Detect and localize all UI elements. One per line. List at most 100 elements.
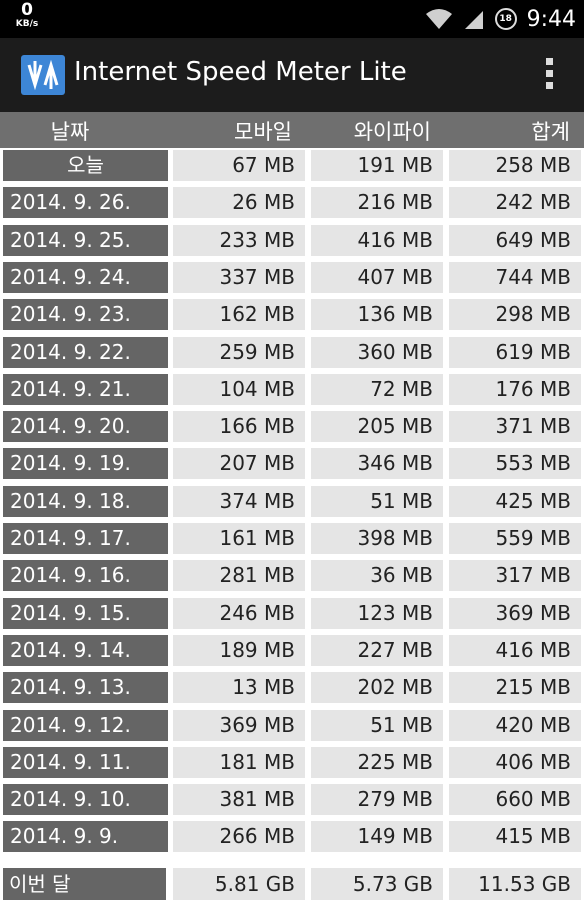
row-total-usage: 317 MB <box>449 560 581 592</box>
column-header-total: 합계 <box>531 120 570 144</box>
row-mobile-usage: 337 MB <box>173 261 305 293</box>
row-date: 2014. 9. 22. <box>3 336 168 368</box>
battery-label: 18 <box>499 14 512 24</box>
column-header-wifi: 와이파이 <box>353 120 431 144</box>
row-date: 2014. 9. 10. <box>3 784 168 816</box>
table-row[interactable]: 2014. 9. 19. 207 MB 346 MB 553 MB <box>0 446 584 480</box>
table-row[interactable]: 2014. 9. 17. 161 MB 398 MB 559 MB <box>0 521 584 554</box>
table-row[interactable]: 2014. 9. 12. 369 MB 51 MB 420 MB <box>0 708 584 741</box>
row-total-usage: 744 MB <box>449 261 581 293</box>
row-wifi-usage: 36 MB <box>311 560 443 592</box>
row-total-usage: 649 MB <box>449 224 581 256</box>
table-row[interactable]: 2014. 9. 25. 233 MB 416 MB 649 MB <box>0 223 584 256</box>
row-mobile-usage: 369 MB <box>173 709 305 741</box>
row-mobile-usage: 246 MB <box>173 597 305 629</box>
row-total-usage: 660 MB <box>449 784 581 816</box>
table-row[interactable]: 2014. 9. 9. 266 MB 149 MB 415 MB <box>0 819 584 853</box>
row-wifi-usage: 202 MB <box>311 672 443 704</box>
table-row[interactable]: 2014. 9. 15. 246 MB 123 MB 369 MB <box>0 596 584 629</box>
row-date: 2014. 9. 19. <box>3 448 168 480</box>
row-total-usage: 258 MB <box>449 150 581 181</box>
row-date: 2014. 9. 9. <box>3 821 168 853</box>
row-date: 2014. 9. 23. <box>3 299 168 331</box>
row-wifi-usage: 227 MB <box>311 634 443 666</box>
overflow-dot-icon <box>545 82 553 89</box>
table-row[interactable]: 2014. 9. 14. 189 MB 227 MB 416 MB <box>0 633 584 666</box>
row-mobile-usage: 233 MB <box>173 224 305 256</box>
row-total-usage: 176 MB <box>449 373 581 405</box>
row-mobile-usage: 166 MB <box>173 411 305 443</box>
table-row[interactable]: 2014. 9. 11. 181 MB 225 MB 406 MB <box>0 745 584 778</box>
row-mobile-usage: 266 MB <box>173 821 305 853</box>
row-total-usage: 242 MB <box>449 187 581 219</box>
row-wifi-usage: 205 MB <box>311 411 443 443</box>
row-wifi-usage: 225 MB <box>311 746 443 778</box>
column-header-mobile: 모바일 <box>234 120 292 144</box>
table-row[interactable]: 2014. 9. 18. 374 MB 51 MB 425 MB <box>0 484 584 517</box>
row-mobile-usage: 189 MB <box>173 634 305 666</box>
status-bar: 0 KB/s 18 9:44 <box>0 0 584 38</box>
arrows-up-down-icon <box>27 59 59 91</box>
column-header-date: 날짜 <box>50 120 90 144</box>
table-row[interactable]: 2014. 9. 13. 13 MB 202 MB 215 MB <box>0 670 584 704</box>
overflow-menu-button[interactable] <box>542 58 556 94</box>
row-mobile-usage: 26 MB <box>173 187 305 219</box>
row-date: 2014. 9. 21. <box>3 373 168 405</box>
row-wifi-usage: 123 MB <box>311 597 443 629</box>
table-row[interactable]: 2014. 9. 20. 166 MB 205 MB 371 MB <box>0 409 584 443</box>
network-speed-indicator: 0 KB/s <box>12 2 42 29</box>
row-wifi-usage: 416 MB <box>311 224 443 256</box>
table-row[interactable]: 2014. 9. 16. 281 MB 36 MB 317 MB <box>0 558 584 592</box>
row-mobile-usage: 181 MB <box>173 746 305 778</box>
row-date: 오늘 <box>3 150 168 181</box>
row-date: 2014. 9. 17. <box>3 523 168 554</box>
table-row[interactable]: 2014. 9. 21. 104 MB 72 MB 176 MB <box>0 372 584 405</box>
row-mobile-usage: 67 MB <box>173 150 305 181</box>
table-row[interactable]: 2014. 9. 26. 26 MB 216 MB 242 MB <box>0 185 584 219</box>
battery-icon: 18 <box>494 8 517 30</box>
row-total-usage: 416 MB <box>449 634 581 666</box>
row-wifi-usage: 360 MB <box>311 336 443 368</box>
overflow-dot-icon <box>545 70 553 77</box>
row-mobile-usage: 13 MB <box>173 672 305 704</box>
row-mobile-usage: 161 MB <box>173 523 305 554</box>
row-total-usage: 619 MB <box>449 336 581 368</box>
row-wifi-usage: 136 MB <box>311 299 443 331</box>
row-wifi-usage: 407 MB <box>311 261 443 293</box>
row-total-usage: 406 MB <box>449 746 581 778</box>
usage-table[interactable]: 오늘 67 MB 191 MB 258 MB 2014. 9. 26. 26 MB 216 … <box>0 148 584 860</box>
row-total-usage: 559 MB <box>449 523 581 554</box>
row-date: 2014. 9. 26. <box>3 187 168 219</box>
row-wifi-usage: 346 MB <box>311 448 443 480</box>
row-total-usage: 425 MB <box>449 485 581 517</box>
row-total-usage: 415 MB <box>449 821 581 853</box>
row-date: 2014. 9. 18. <box>3 485 168 517</box>
row-date: 2014. 9. 16. <box>3 560 168 592</box>
network-speed-value: 0 <box>21 0 33 20</box>
table-row[interactable]: 2014. 9. 10. 381 MB 279 MB 660 MB <box>0 782 584 816</box>
row-mobile-usage: 381 MB <box>173 784 305 816</box>
table-row[interactable]: 2014. 9. 23. 162 MB 136 MB 298 MB <box>0 297 584 331</box>
row-total-usage: 369 MB <box>449 597 581 629</box>
row-date: 2014. 9. 24. <box>3 261 168 293</box>
row-mobile-usage: 104 MB <box>173 373 305 405</box>
row-mobile-usage: 259 MB <box>173 336 305 368</box>
summary-wifi: 5.73 GB <box>311 868 443 900</box>
summary-label: 이번 달 <box>3 868 166 900</box>
row-date: 2014. 9. 12. <box>3 709 168 741</box>
table-row[interactable]: 오늘 67 MB 191 MB 258 MB <box>0 148 584 181</box>
row-wifi-usage: 51 MB <box>311 485 443 517</box>
row-wifi-usage: 398 MB <box>311 523 443 554</box>
row-date: 2014. 9. 11. <box>3 746 168 778</box>
row-wifi-usage: 279 MB <box>311 784 443 816</box>
table-row[interactable]: 2014. 9. 24. 337 MB 407 MB 744 MB <box>0 260 584 293</box>
row-date: 2014. 9. 25. <box>3 224 168 256</box>
row-wifi-usage: 72 MB <box>311 373 443 405</box>
row-total-usage: 371 MB <box>449 411 581 443</box>
app-logo-icon <box>21 55 65 95</box>
row-total-usage: 420 MB <box>449 709 581 741</box>
row-mobile-usage: 162 MB <box>173 299 305 331</box>
row-wifi-usage: 191 MB <box>311 150 443 181</box>
table-row[interactable]: 2014. 9. 22. 259 MB 360 MB 619 MB <box>0 335 584 368</box>
summary-total: 11.53 GB <box>449 868 581 900</box>
